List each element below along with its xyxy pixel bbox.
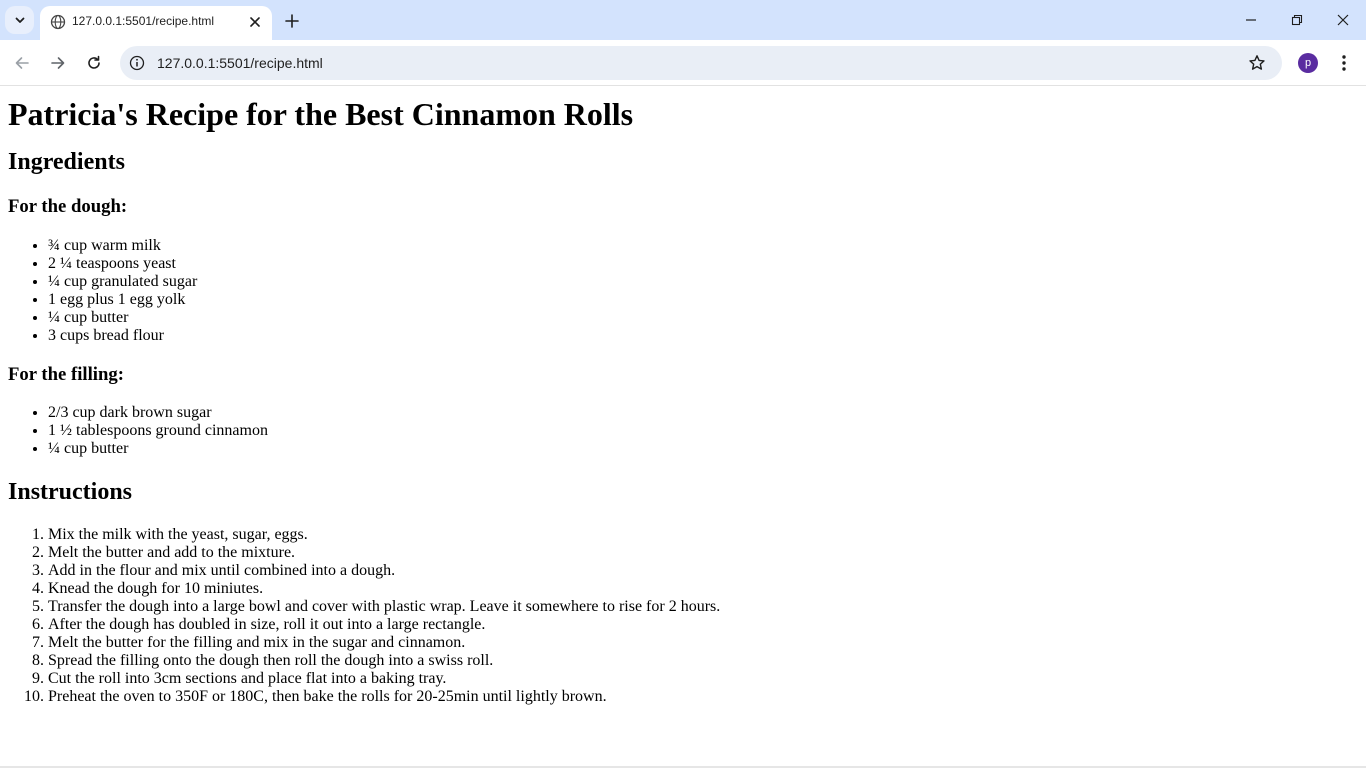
list-item: 1 ½ tablespoons ground cinnamon <box>48 422 1358 440</box>
restore-icon <box>1291 14 1303 26</box>
reload-button[interactable] <box>80 49 108 77</box>
ingredients-heading: Ingredients <box>8 149 125 175</box>
close-icon <box>250 17 260 27</box>
list-item: 3 cups bread flour <box>48 327 1358 345</box>
list-item: ¼ cup butter <box>48 440 1358 458</box>
restore-button[interactable] <box>1274 0 1320 40</box>
instructions-list: Mix the milk with the yeast, sugar, eggs… <box>8 526 1358 706</box>
forward-button[interactable] <box>44 49 72 77</box>
instruction-step: Spread the filling onto the dough then r… <box>48 652 1358 670</box>
more-vertical-icon <box>1342 55 1346 71</box>
tab-search-button[interactable] <box>5 6 34 34</box>
minimize-icon <box>1246 19 1256 21</box>
window-close-button[interactable] <box>1320 0 1366 40</box>
instruction-step: Transfer the dough into a large bowl and… <box>48 598 1358 616</box>
star-icon[interactable] <box>1248 54 1266 72</box>
page-content: Patricia's Recipe for the Best Cinnamon … <box>0 87 1366 768</box>
instruction-step: Melt the butter for the filling and mix … <box>48 634 1358 652</box>
globe-icon <box>50 14 66 30</box>
dough-heading: For the dough: <box>8 196 128 217</box>
list-item: ¼ cup granulated sugar <box>48 273 1358 291</box>
instruction-step: Add in the flour and mix until combined … <box>48 562 1358 580</box>
instruction-step: Mix the milk with the yeast, sugar, eggs… <box>48 526 1358 544</box>
site-info-icon[interactable] <box>129 55 145 71</box>
arrow-right-icon <box>51 57 65 69</box>
list-item: 2 ¼ teaspoons yeast <box>48 255 1358 273</box>
list-item: ¼ cup butter <box>48 309 1358 327</box>
instructions-heading: Instructions <box>8 479 133 505</box>
instruction-step: After the dough has doubled in size, rol… <box>48 616 1358 634</box>
browser-toolbar: 127.0.0.1:5501/recipe.html p <box>0 40 1366 86</box>
reload-icon <box>88 55 100 69</box>
tab-close-button[interactable] <box>245 12 265 32</box>
page-title: Patricia's Recipe for the Best Cinnamon … <box>8 96 634 132</box>
active-tab[interactable]: 127.0.0.1:5501/recipe.html <box>40 6 272 40</box>
list-item: 1 egg plus 1 egg yolk <box>48 291 1358 309</box>
instruction-step: Cut the roll into 3cm sections and place… <box>48 670 1358 688</box>
minimize-button[interactable] <box>1228 0 1274 40</box>
new-tab-button[interactable] <box>280 9 304 33</box>
chevron-down-icon <box>15 17 24 23</box>
instruction-step: Knead the dough for 10 miniutes. <box>48 580 1358 598</box>
list-item: 2/3 cup dark brown sugar <box>48 404 1358 422</box>
browser-menu-button[interactable] <box>1334 51 1354 75</box>
instruction-step: Preheat the oven to 350F or 180C, then b… <box>48 688 1358 706</box>
back-button[interactable] <box>8 49 36 77</box>
url-text[interactable]: 127.0.0.1:5501/recipe.html <box>157 55 323 71</box>
dough-ingredient-list: ¾ cup warm milk 2 ¼ teaspoons yeast ¼ cu… <box>8 237 1358 345</box>
list-item: ¾ cup warm milk <box>48 237 1358 255</box>
arrow-left-icon <box>15 57 29 69</box>
close-icon <box>1337 14 1349 26</box>
address-bar[interactable]: 127.0.0.1:5501/recipe.html <box>120 46 1282 80</box>
tab-title: 127.0.0.1:5501/recipe.html <box>72 14 215 28</box>
plus-icon <box>285 14 299 28</box>
tab-strip: 127.0.0.1:5501/recipe.html <box>0 0 1366 40</box>
filling-ingredient-list: 2/3 cup dark brown sugar 1 ½ tablespoons… <box>8 404 1358 458</box>
instruction-step: Melt the butter and add to the mixture. <box>48 544 1358 562</box>
filling-heading: For the filling: <box>8 364 124 385</box>
profile-avatar[interactable]: p <box>1298 53 1318 73</box>
